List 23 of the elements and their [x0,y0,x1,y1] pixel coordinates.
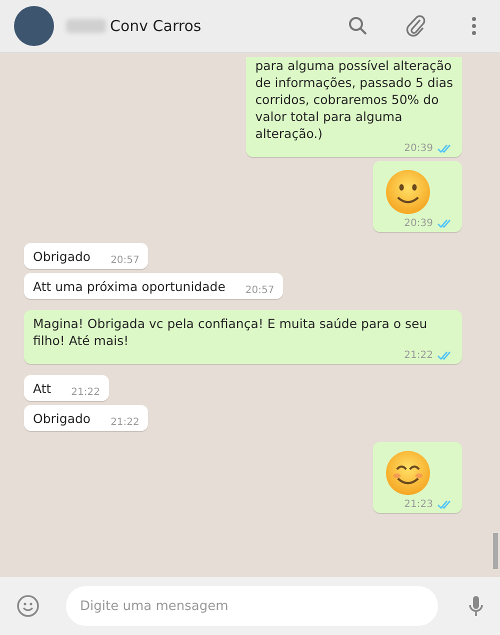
message-time: 21:22 [71,386,100,399]
message-time: 21:22 [404,349,433,362]
blushing-face-icon [385,450,431,496]
message-text: Magina! Obrigada vc pela confiança! E muita saúde para o seu filho! Até mais! [33,315,428,349]
message-input[interactable]: Digite uma mensagem [66,586,438,626]
message-time: 20:57 [110,254,140,267]
blurred-name [66,19,106,33]
message-text: para alguma possível alteração de informações, passado 5 dias corridos, cobraremos 50% do valor total para alguma alteração.) [255,57,453,142]
message-time: 21:23 [404,498,433,511]
scrollbar[interactable] [493,533,498,569]
message-text: Att [33,380,52,397]
message-time: 20:57 [245,284,274,297]
message-time: 21:22 [110,416,140,429]
message-time: 20:39 [404,217,433,230]
message-text: Obrigado [33,410,91,427]
emoji-icon[interactable] [16,594,40,618]
smiling-face-icon [385,169,431,215]
avatar[interactable] [14,6,54,46]
paperclip-icon[interactable] [404,14,428,38]
message-text: Obrigado [33,248,91,265]
message-text: Att uma próxima oportunidade [33,278,226,295]
contact-name[interactable]: Conv Carros [110,17,312,35]
message-time: 20:39 [404,142,433,155]
